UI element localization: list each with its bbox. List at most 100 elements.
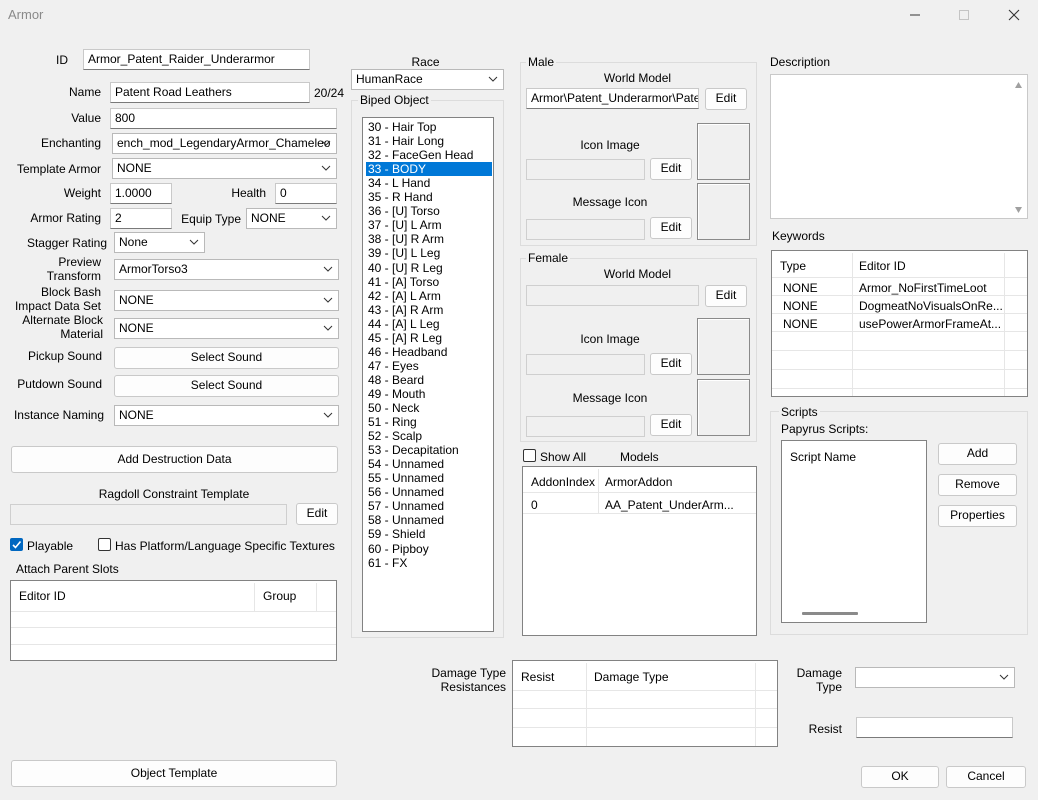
chevron-down-icon	[321, 140, 331, 146]
biped-object-item[interactable]: 49 - Mouth	[366, 387, 492, 401]
biped-object-item[interactable]: 30 - Hair Top	[366, 120, 492, 134]
biped-object-item[interactable]: 34 - L Hand	[366, 176, 492, 190]
keywords-col-type: Type	[780, 259, 807, 273]
pickup-sound-button[interactable]: Select Sound	[114, 347, 339, 369]
models-list[interactable]: AddonIndex ArmorAddon 0 AA_Patent_UnderA…	[522, 466, 757, 636]
female-world-model-edit-button[interactable]: Edit	[705, 285, 747, 307]
biped-object-item[interactable]: 59 - Shield	[366, 527, 492, 541]
close-icon[interactable]	[1004, 5, 1024, 25]
ok-button[interactable]: OK	[861, 766, 939, 788]
ragdoll-edit-button[interactable]: Edit	[296, 503, 338, 525]
male-message-icon-field	[526, 219, 645, 240]
keyword-row-id[interactable]: usePowerArmorFrameAt...	[859, 317, 1001, 331]
enchanting-dropdown[interactable]: ench_mod_LegendaryArmor_Chameleo	[112, 133, 337, 154]
id-field[interactable]: Armor_Patent_Raider_Underarmor	[83, 49, 310, 70]
keyword-row-type: NONE	[783, 281, 818, 295]
type-label: Type	[815, 680, 842, 694]
alternate-block-value: NONE	[119, 321, 154, 335]
papyrus-scripts-label: Papyrus Scripts:	[781, 422, 869, 436]
equip-type-dropdown[interactable]: NONE	[246, 208, 337, 229]
biped-object-item[interactable]: 41 - [A] Torso	[366, 275, 492, 289]
biped-object-item[interactable]: 60 - Pipboy	[366, 542, 492, 556]
biped-object-item[interactable]: 44 - [A] L Leg	[366, 317, 492, 331]
equip-type-label: Equip Type	[181, 212, 241, 226]
biped-object-item[interactable]: 33 - BODY	[366, 162, 492, 177]
playable-checkbox[interactable]	[10, 538, 23, 551]
biped-object-label: Biped Object	[358, 93, 431, 107]
damage-type-dropdown[interactable]	[855, 667, 1015, 688]
biped-object-item[interactable]: 61 - FX	[366, 556, 492, 570]
platform-textures-checkbox[interactable]	[98, 538, 111, 551]
block-bash-dropdown[interactable]: NONE	[114, 290, 339, 311]
biped-object-item[interactable]: 57 - Unnamed	[366, 499, 492, 513]
horizontal-scrollbar[interactable]	[802, 612, 858, 615]
minimize-icon[interactable]	[905, 5, 925, 25]
putdown-sound-button[interactable]: Select Sound	[114, 375, 339, 397]
template-armor-dropdown[interactable]: NONE	[112, 158, 337, 179]
biped-object-item[interactable]: 53 - Decapitation	[366, 443, 492, 457]
biped-object-item[interactable]: 50 - Neck	[366, 401, 492, 415]
resistances-label: Resistances	[440, 680, 506, 694]
biped-object-item[interactable]: 42 - [A] L Arm	[366, 289, 492, 303]
alternate-block-dropdown[interactable]: NONE	[114, 318, 339, 339]
weight-field[interactable]: 1.0000	[110, 183, 172, 204]
male-icon-image-edit-button[interactable]: Edit	[650, 158, 692, 180]
male-world-model-field[interactable]: Armor\Patent_Underarmor\Pater	[526, 88, 699, 109]
biped-object-item[interactable]: 51 - Ring	[366, 415, 492, 429]
damage-resistances-list[interactable]: Resist Damage Type	[512, 660, 778, 747]
male-message-icon-edit-button[interactable]: Edit	[650, 217, 692, 239]
chevron-down-icon	[323, 297, 333, 303]
keyword-row-id[interactable]: DogmeatNoVisualsOnRe...	[859, 299, 1003, 313]
keyword-row-id[interactable]: Armor_NoFirstTimeLoot	[859, 281, 987, 295]
race-dropdown[interactable]: HumanRace	[351, 69, 504, 90]
female-message-icon-edit-button[interactable]: Edit	[650, 414, 692, 436]
biped-object-item[interactable]: 46 - Headband	[366, 345, 492, 359]
biped-object-item[interactable]: 31 - Hair Long	[366, 134, 492, 148]
scroll-down-icon[interactable]	[1014, 206, 1023, 214]
resist-field[interactable]	[856, 717, 1013, 738]
cancel-button[interactable]: Cancel	[946, 766, 1026, 788]
show-all-checkbox[interactable]	[523, 449, 536, 462]
instance-naming-dropdown[interactable]: NONE	[114, 405, 339, 426]
object-template-button[interactable]: Object Template	[11, 760, 337, 787]
biped-object-item[interactable]: 58 - Unnamed	[366, 513, 492, 527]
biped-object-item[interactable]: 48 - Beard	[366, 373, 492, 387]
papyrus-scripts-list[interactable]: Script Name	[781, 440, 927, 623]
biped-object-item[interactable]: 52 - Scalp	[366, 429, 492, 443]
add-script-button[interactable]: Add	[938, 443, 1017, 465]
health-field[interactable]: 0	[275, 183, 337, 204]
description-textarea[interactable]	[770, 74, 1028, 219]
stagger-rating-dropdown[interactable]: None	[114, 232, 205, 253]
biped-object-item[interactable]: 43 - [A] R Arm	[366, 303, 492, 317]
preview-transform-dropdown[interactable]: ArmorTorso3	[114, 259, 339, 280]
scroll-up-icon[interactable]	[1014, 81, 1023, 89]
weight-label: Weight	[63, 186, 101, 200]
biped-object-item[interactable]: 39 - [U] L Leg	[366, 246, 492, 260]
biped-object-item[interactable]: 40 - [U] R Leg	[366, 261, 492, 275]
add-destruction-data-button[interactable]: Add Destruction Data	[11, 446, 338, 473]
value-field[interactable]: 800	[110, 108, 337, 129]
biped-object-item[interactable]: 37 - [U] L Arm	[366, 218, 492, 232]
biped-object-item[interactable]: 35 - R Hand	[366, 190, 492, 204]
biped-object-item[interactable]: 32 - FaceGen Head	[366, 148, 492, 162]
attach-parent-slots-list[interactable]: Editor ID Group	[10, 580, 337, 661]
name-field[interactable]: Patent Road Leathers	[110, 82, 310, 103]
male-world-model-edit-button[interactable]: Edit	[705, 88, 747, 110]
armor-rating-field[interactable]: 2	[110, 208, 172, 229]
chevron-down-icon	[323, 325, 333, 331]
biped-object-item[interactable]: 36 - [U] Torso	[366, 204, 492, 218]
biped-object-list[interactable]: 30 - Hair Top 31 - Hair Long 32 - FaceGen …	[362, 117, 494, 632]
female-icon-image-edit-button[interactable]: Edit	[650, 353, 692, 375]
biped-object-item[interactable]: 54 - Unnamed	[366, 457, 492, 471]
models-row-addon[interactable]: AA_Patent_UnderArm...	[605, 498, 734, 512]
biped-object-item[interactable]: 56 - Unnamed	[366, 485, 492, 499]
keywords-list[interactable]: Type Editor ID NONE Armor_NoFirstTimeLoo…	[771, 250, 1028, 397]
chevron-down-icon	[488, 76, 498, 82]
remove-script-button[interactable]: Remove	[938, 474, 1017, 496]
biped-object-item[interactable]: 38 - [U] R Arm	[366, 232, 492, 246]
biped-object-item[interactable]: 47 - Eyes	[366, 359, 492, 373]
biped-object-item[interactable]: 45 - [A] R Leg	[366, 331, 492, 345]
biped-object-item[interactable]: 55 - Unnamed	[366, 471, 492, 485]
script-properties-button[interactable]: Properties	[938, 505, 1017, 527]
enchanting-label: Enchanting	[40, 136, 101, 150]
